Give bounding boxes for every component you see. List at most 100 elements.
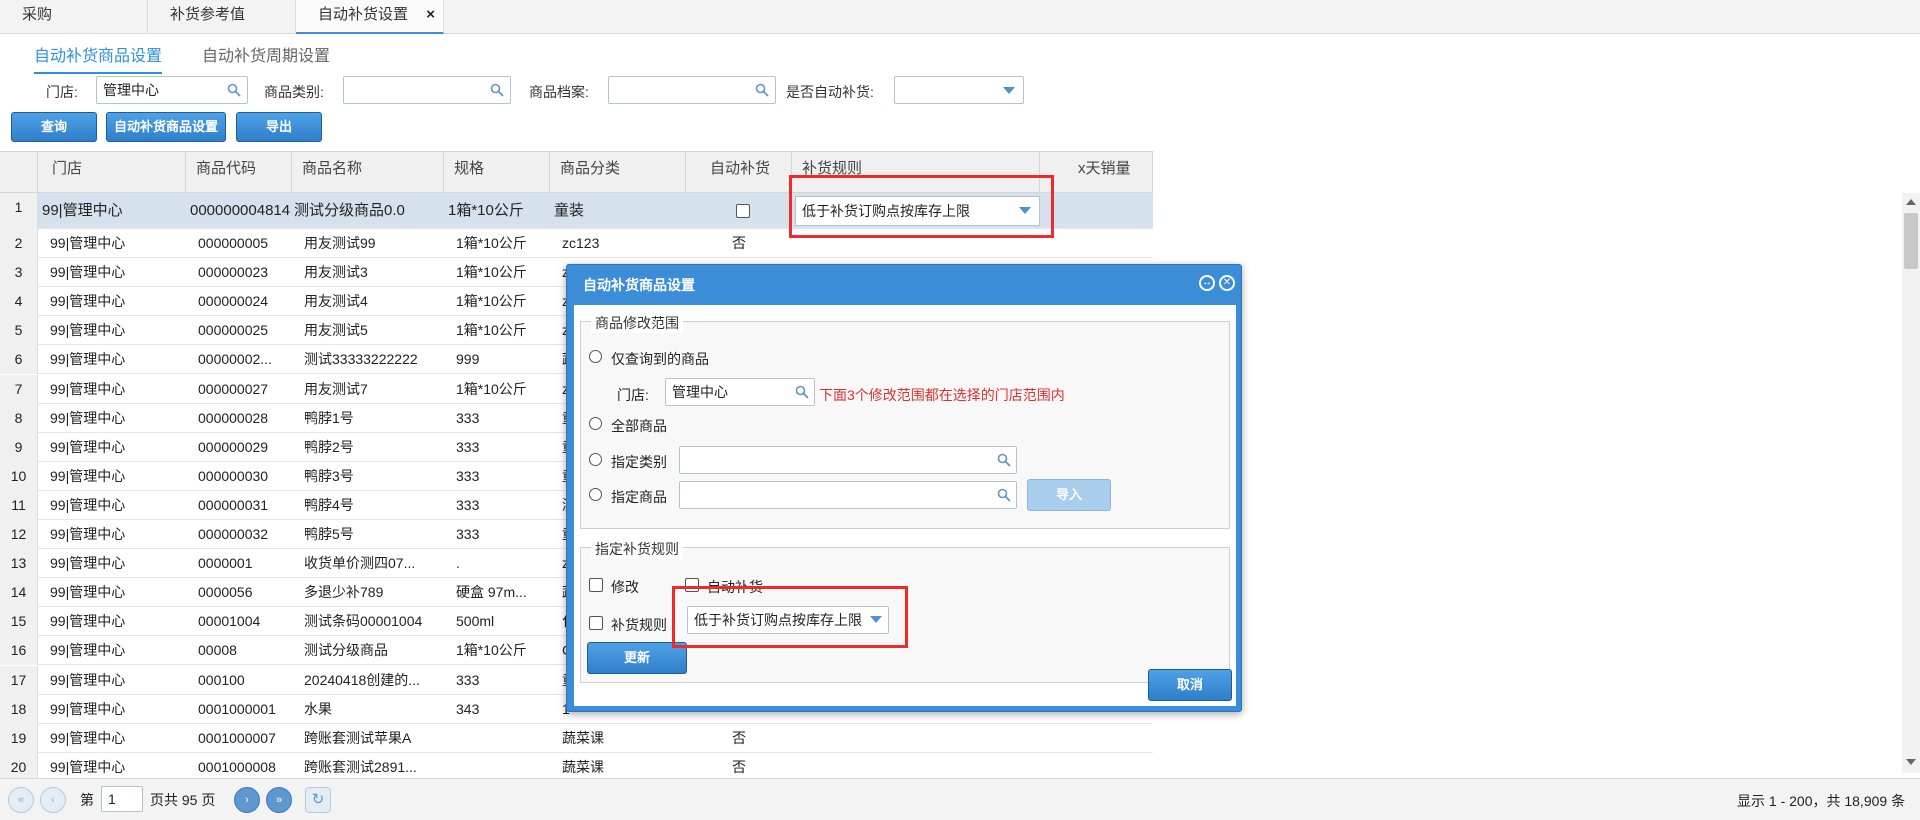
cell-name: 20240418创建的... [304, 671, 420, 688]
table-row[interactable]: 19 99|管理中心 0001000007 跨账套测试苹果A 蔬菜课 否 [0, 723, 1153, 753]
header-auto[interactable]: 自动补货 [686, 152, 792, 194]
tab-auto-replenish-settings[interactable]: 自动补货设置 × [296, 0, 444, 34]
records-summary: 显示 1 - 200，共 18,909 条 [1737, 793, 1906, 809]
search-icon[interactable] [997, 453, 1011, 467]
cell-spec: 333 [456, 467, 480, 484]
radio-queried[interactable] [589, 350, 602, 363]
row-number: 14 [0, 578, 38, 608]
rule-checkbox-label: 补货规则 [611, 617, 667, 633]
store-filter-input[interactable]: 管理中心 [96, 76, 248, 104]
scroll-up-icon[interactable] [1906, 199, 1916, 205]
search-icon[interactable] [997, 488, 1011, 502]
header-store[interactable]: 门店 [38, 152, 186, 194]
cell-code: 000000024 [198, 293, 269, 310]
cell-auto: 否 [732, 729, 746, 746]
scroll-down-icon[interactable] [1906, 759, 1916, 765]
tab-label: 自动补货设置 [318, 6, 409, 23]
next-page-icon[interactable]: › [234, 787, 260, 813]
radio-goods[interactable] [589, 488, 602, 501]
cell-code: 000000030 [198, 467, 269, 484]
auto-filter-select[interactable] [894, 76, 1024, 104]
scope-fieldset: 商品修改范围 仅查询到的商品 门店: 管理中心 下面3个修改范围都在选择的门店范… [580, 313, 1230, 529]
cell-store: 99|管理中心 [50, 380, 126, 397]
header-spec[interactable]: 规格 [444, 152, 550, 194]
header-category[interactable]: 商品分类 [550, 152, 686, 194]
export-button[interactable]: 导出 [236, 112, 322, 142]
cell-code: 000000027 [198, 380, 269, 397]
rule-checkbox[interactable] [589, 616, 603, 630]
auto-filter-label: 是否自动补货: [786, 84, 874, 100]
cell-store: 99|管理中心 [50, 467, 126, 484]
cell-auto: 否 [732, 235, 746, 251]
scrollbar-thumb[interactable] [1904, 213, 1918, 269]
tab-purchase[interactable]: 采购 [0, 0, 148, 34]
query-button[interactable]: 查询 [11, 112, 97, 142]
cell-name: 用友测试3 [304, 264, 368, 281]
page-number-input[interactable]: 1 [101, 786, 143, 812]
header-name[interactable]: 商品名称 [292, 152, 444, 194]
cell-spec: 333 [456, 496, 480, 513]
dialog-store-input[interactable]: 管理中心 [665, 378, 815, 406]
cell-code: 000000029 [198, 438, 269, 455]
cell-auto: 否 [732, 758, 746, 775]
radio-all-label: 全部商品 [611, 418, 667, 434]
cell-store: 99|管理中心 [50, 613, 126, 630]
radio-all[interactable] [589, 417, 602, 430]
cell-spec: 999 [456, 351, 480, 368]
search-icon[interactable] [227, 83, 241, 97]
cell-store: 99|管理中心 [50, 584, 126, 601]
cell-spec: . [456, 555, 460, 572]
header-xday-sales[interactable]: x天销量 [1040, 152, 1153, 194]
close-icon[interactable]: ✕ [1219, 275, 1235, 291]
cell-store: 99|管理中心 [50, 729, 126, 746]
first-page-icon[interactable]: « [8, 787, 34, 813]
cell-spec: 1箱*10公斤 [448, 202, 524, 219]
cell-name: 用友测试99 [304, 235, 376, 251]
chevron-down-icon [1003, 87, 1015, 94]
cell-code: 0000056 [198, 584, 253, 601]
dialog-store-note: 下面3个修改范围都在选择的门店范围内 [819, 387, 1065, 403]
row-number: 8 [0, 403, 38, 433]
restore-icon[interactable]: ↔ [1199, 275, 1215, 291]
cell-name: 用友测试7 [304, 380, 368, 397]
search-icon[interactable] [490, 83, 504, 97]
subtab-auto-cycle-settings[interactable]: 自动补货周期设置 [202, 42, 330, 72]
auto-goods-settings-button[interactable]: 自动补货商品设置 [106, 112, 226, 142]
subtab-auto-goods-settings[interactable]: 自动补货商品设置 [34, 42, 163, 74]
cell-store: 99|管理中心 [42, 202, 123, 219]
last-page-icon[interactable]: » [266, 787, 292, 813]
auto-replenish-checkbox[interactable] [736, 204, 750, 218]
cell-spec: 硬盒 97m... [456, 584, 527, 601]
cell-spec: 1箱*10公斤 [456, 235, 527, 251]
cell-code: 000000004814 [190, 202, 290, 219]
archive-filter-input[interactable] [608, 76, 776, 104]
rule-legend: 指定补货规则 [591, 539, 683, 559]
refresh-icon[interactable]: ↻ [305, 787, 331, 813]
radio-category[interactable] [589, 453, 602, 466]
dialog-store-label: 门店: [617, 387, 649, 403]
tab-replenish-reference[interactable]: 补货参考值 [148, 0, 296, 34]
search-icon[interactable] [755, 83, 769, 97]
row-number: 19 [0, 723, 38, 753]
search-icon[interactable] [795, 385, 809, 399]
category-filter-input[interactable] [343, 76, 511, 104]
cell-code: 00001004 [198, 613, 261, 630]
row-number: 2 [0, 229, 38, 258]
cell-store: 99|管理中心 [50, 700, 126, 717]
import-button[interactable]: 导入 [1027, 479, 1111, 511]
archive-filter-label: 商品档案: [529, 84, 589, 100]
close-icon[interactable]: × [426, 0, 435, 30]
header-code[interactable]: 商品代码 [186, 152, 292, 194]
cell-cat: zc123 [562, 235, 600, 251]
dialog-goods-input[interactable] [679, 481, 1017, 509]
cell-name: 测试分级商品0.0 [294, 202, 405, 219]
dialog-category-input[interactable] [679, 446, 1017, 474]
cell-spec: 333 [456, 409, 480, 426]
modify-checkbox[interactable] [589, 578, 603, 592]
cell-name: 鸭脖2号 [304, 438, 354, 455]
prev-page-icon[interactable]: ‹ [40, 787, 66, 813]
row-number: 7 [0, 374, 38, 404]
cancel-button[interactable]: 取消 [1148, 669, 1232, 701]
cell-name: 鸭脖3号 [304, 467, 354, 484]
vertical-scrollbar[interactable] [1902, 193, 1920, 773]
